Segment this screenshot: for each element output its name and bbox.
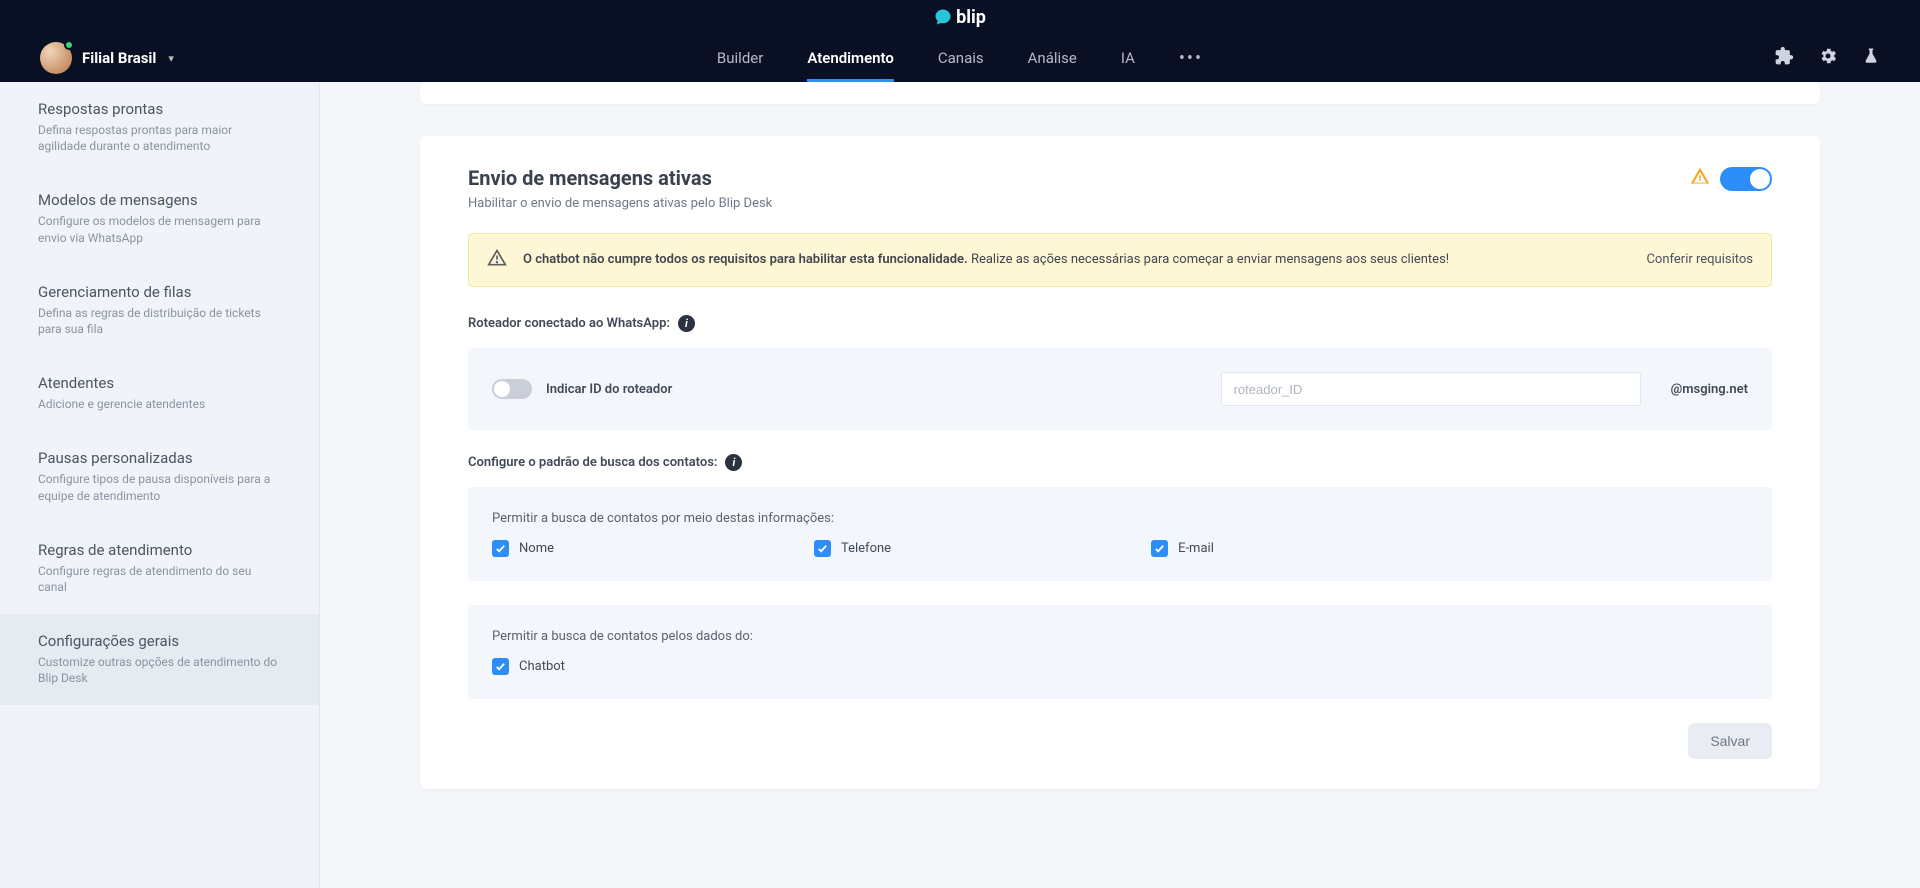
nav-canais[interactable]: Canais: [938, 34, 984, 82]
sidebar-item-pausas-personalizadas[interactable]: Pausas personalizadas Configure tipos de…: [0, 431, 319, 522]
sidebar-item-respostas-prontas[interactable]: Respostas prontas Defina respostas pront…: [0, 82, 319, 173]
router-row: Indicar ID do roteador @msging.net: [492, 372, 1748, 406]
search-data-checks: Chatbot: [492, 658, 1748, 675]
search-info-prompt: Permitir a busca de contatos por meio de…: [492, 511, 1748, 526]
search-section-label: Configure o padrão de busca dos contatos…: [468, 454, 1772, 471]
alert-text: O chatbot não cumpre todos os requisitos…: [523, 251, 1610, 270]
checkbox-checked-icon: [492, 658, 509, 675]
checkbox-checked-icon: [814, 540, 831, 557]
sidebar-item-title: Modelos de mensagens: [38, 191, 281, 209]
nav-ia[interactable]: IA: [1121, 34, 1135, 82]
feature-toggle[interactable]: [1720, 167, 1772, 191]
sidebar: Respostas prontas Defina respostas pront…: [0, 82, 320, 888]
sidebar-item-atendentes[interactable]: Atendentes Adicione e gerencie atendente…: [0, 356, 319, 431]
nav-atendimento[interactable]: Atendimento: [807, 34, 894, 82]
topbar-main-row: Filial Brasil ▾ Builder Atendimento Cana…: [0, 34, 1920, 82]
sidebar-item-title: Pausas personalizadas: [38, 449, 281, 467]
sidebar-item-title: Regras de atendimento: [38, 541, 281, 559]
search-info-panel: Permitir a busca de contatos por meio de…: [468, 487, 1772, 581]
sidebar-item-desc: Configure os modelos de mensagem para en…: [38, 213, 281, 245]
puzzle-icon[interactable]: [1774, 46, 1794, 70]
nav-analise[interactable]: Análise: [1028, 34, 1077, 82]
layout: Respostas prontas Defina respostas pront…: [0, 82, 1920, 888]
card-header: Envio de mensagens ativas Habilitar o en…: [468, 166, 1772, 233]
topbar: blip Filial Brasil ▾ Builder Atendimento…: [0, 0, 1920, 82]
card-title: Envio de mensagens ativas: [468, 166, 772, 190]
sidebar-item-desc: Defina respostas prontas para maior agil…: [38, 122, 281, 154]
warning-icon: [1690, 166, 1710, 191]
chat-bubble-icon: [934, 8, 952, 26]
checkbox-checked-icon: [1151, 540, 1168, 557]
sidebar-item-modelos-mensagens[interactable]: Modelos de mensagens Configure os modelo…: [0, 173, 319, 264]
topbar-brand-row: blip: [0, 0, 1920, 34]
sidebar-item-desc: Configure regras de atendimento do seu c…: [38, 563, 281, 595]
info-icon[interactable]: i: [678, 315, 695, 332]
router-section-label: Roteador conectado ao WhatsApp: i: [468, 315, 1772, 332]
org-name: Filial Brasil: [82, 49, 156, 67]
search-data-panel: Permitir a busca de contatos pelos dados…: [468, 605, 1772, 699]
check-requirements-link[interactable]: Conferir requisitos: [1646, 252, 1753, 268]
toggle-knob: [494, 381, 510, 397]
router-toggle-label: Indicar ID do roteador: [546, 382, 672, 397]
nav-tabs: Builder Atendimento Canais Análise IA ••…: [717, 34, 1203, 82]
toggle-knob: [1750, 169, 1770, 189]
router-domain-label: @msging.net: [1671, 382, 1748, 397]
search-info-checks: Nome Telefone E-mail: [492, 540, 1748, 557]
avatar: [40, 42, 72, 74]
router-id-input[interactable]: [1221, 372, 1641, 406]
sidebar-item-title: Gerenciamento de filas: [38, 283, 281, 301]
check-chatbot[interactable]: Chatbot: [492, 658, 565, 675]
org-selector[interactable]: Filial Brasil ▾: [40, 42, 174, 74]
router-panel: Indicar ID do roteador @msging.net: [468, 348, 1772, 430]
alert-triangle-icon: [487, 248, 507, 272]
sidebar-item-configuracoes-gerais[interactable]: Configurações gerais Customize outras op…: [0, 614, 319, 705]
sidebar-item-desc: Defina as regras de distribuição de tick…: [38, 305, 281, 337]
sidebar-item-title: Respostas prontas: [38, 100, 281, 118]
header-toggle-group: [1690, 166, 1772, 191]
nav-more-icon[interactable]: •••: [1179, 48, 1203, 69]
brand-name: blip: [956, 7, 986, 28]
sidebar-item-gerenciamento-filas[interactable]: Gerenciamento de filas Defina as regras …: [0, 265, 319, 356]
info-icon[interactable]: i: [725, 454, 742, 471]
presence-dot-icon: [64, 40, 74, 50]
sidebar-item-title: Atendentes: [38, 374, 281, 392]
previous-card-edge: [420, 82, 1820, 104]
save-row: Salvar: [468, 723, 1772, 759]
checkbox-checked-icon: [492, 540, 509, 557]
chevron-down-icon: ▾: [168, 52, 174, 65]
check-nome[interactable]: Nome: [492, 540, 554, 557]
router-id-toggle[interactable]: [492, 379, 532, 399]
requirements-alert: O chatbot não cumpre todos os requisitos…: [468, 233, 1772, 287]
flask-icon[interactable]: [1862, 46, 1880, 70]
sidebar-item-title: Configurações gerais: [38, 632, 281, 650]
sidebar-item-desc: Configure tipos de pausa disponíveis par…: [38, 471, 281, 503]
nav-right-icons: [1774, 46, 1880, 70]
main-content: Envio de mensagens ativas Habilitar o en…: [320, 82, 1920, 888]
check-telefone[interactable]: Telefone: [814, 540, 891, 557]
card-subtitle: Habilitar o envio de mensagens ativas pe…: [468, 196, 772, 211]
save-button[interactable]: Salvar: [1688, 723, 1772, 759]
sidebar-item-desc: Customize outras opções de atendimento d…: [38, 654, 281, 686]
nav-builder[interactable]: Builder: [717, 34, 763, 82]
search-data-prompt: Permitir a busca de contatos pelos dados…: [492, 629, 1748, 644]
sidebar-item-regras-atendimento[interactable]: Regras de atendimento Configure regras d…: [0, 523, 319, 614]
active-messages-card: Envio de mensagens ativas Habilitar o en…: [420, 136, 1820, 789]
check-email[interactable]: E-mail: [1151, 540, 1214, 557]
gear-icon[interactable]: [1818, 46, 1838, 70]
sidebar-item-desc: Adicione e gerencie atendentes: [38, 396, 281, 412]
brand-logo[interactable]: blip: [934, 7, 986, 28]
